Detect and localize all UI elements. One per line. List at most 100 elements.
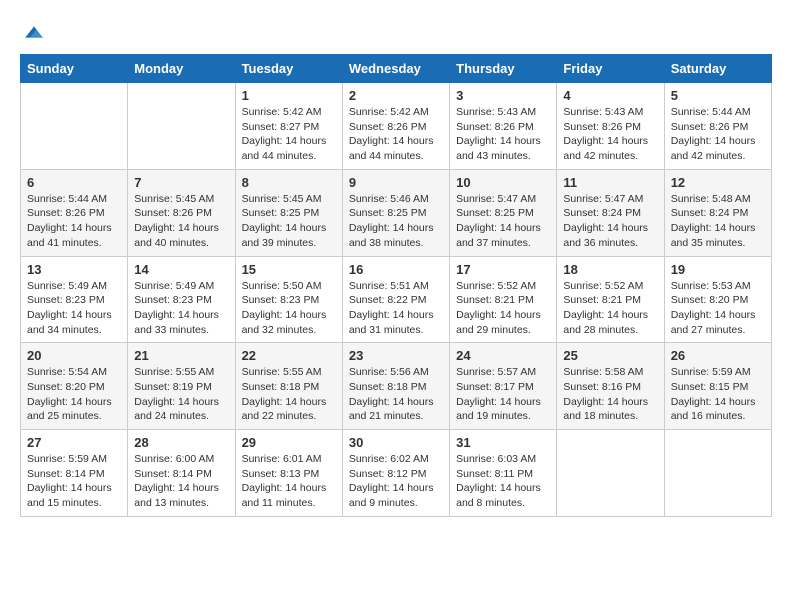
- day-info: Sunrise: 5:50 AM Sunset: 8:23 PM Dayligh…: [242, 279, 336, 338]
- day-number: 9: [349, 175, 443, 190]
- day-number: 23: [349, 348, 443, 363]
- weekday-header: Tuesday: [235, 55, 342, 83]
- calendar-cell: 25Sunrise: 5:58 AM Sunset: 8:16 PM Dayli…: [557, 343, 664, 430]
- day-number: 4: [563, 88, 657, 103]
- day-info: Sunrise: 5:43 AM Sunset: 8:26 PM Dayligh…: [456, 105, 550, 164]
- day-info: Sunrise: 6:03 AM Sunset: 8:11 PM Dayligh…: [456, 452, 550, 511]
- day-info: Sunrise: 5:57 AM Sunset: 8:17 PM Dayligh…: [456, 365, 550, 424]
- day-number: 29: [242, 435, 336, 450]
- day-info: Sunrise: 6:00 AM Sunset: 8:14 PM Dayligh…: [134, 452, 228, 511]
- calendar-cell: 18 Sunrise: 5:52 AM Sunset: 8:21 PM Dayli…: [557, 256, 664, 343]
- calendar-cell: 20 Sunrise: 5:54 AM Sunset: 8:20 PM Dayli…: [21, 343, 128, 430]
- day-info: Sunrise: 5:42 AM Sunset: 8:27 PM Dayligh…: [242, 105, 336, 164]
- calendar-cell: 7 Sunrise: 5:45 AM Sunset: 8:26 PM Daylig…: [128, 169, 235, 256]
- logo-text: [20, 20, 46, 44]
- weekday-header: Thursday: [450, 55, 557, 83]
- day-info: Sunrise: 6:02 AM Sunset: 8:12 PM Dayligh…: [349, 452, 443, 511]
- calendar-cell: 26 Sunrise: 5:59 AM Sunset: 8:15 PM Dayli…: [664, 343, 771, 430]
- day-number: 13: [27, 262, 121, 277]
- calendar-week-row: 20 Sunrise: 5:54 AM Sunset: 8:20 PM Dayli…: [21, 343, 772, 430]
- day-number: 26: [671, 348, 765, 363]
- logo-icon: [22, 20, 46, 44]
- weekday-header-row: SundayMondayTuesdayWednesdayThursdayFrid…: [21, 55, 772, 83]
- calendar-cell: 30 Sunrise: 6:02 AM Sunset: 8:12 PM Dayli…: [342, 430, 449, 517]
- calendar-cell: 19Sunrise: 5:53 AM Sunset: 8:20 PM Dayli…: [664, 256, 771, 343]
- calendar-cell: 16Sunrise: 5:51 AM Sunset: 8:22 PM Dayli…: [342, 256, 449, 343]
- calendar-week-row: 27 Sunrise: 5:59 AM Sunset: 8:14 PM Dayli…: [21, 430, 772, 517]
- calendar-cell: 5 Sunrise: 5:44 AM Sunset: 8:26 PM Daylig…: [664, 83, 771, 170]
- calendar-week-row: 6Sunrise: 5:44 AM Sunset: 8:26 PM Daylig…: [21, 169, 772, 256]
- day-number: 31: [456, 435, 550, 450]
- day-info: Sunrise: 5:52 AM Sunset: 8:21 PM Dayligh…: [563, 279, 657, 338]
- calendar-cell: 3 Sunrise: 5:43 AM Sunset: 8:26 PM Daylig…: [450, 83, 557, 170]
- day-number: 19: [671, 262, 765, 277]
- day-number: 2: [349, 88, 443, 103]
- day-number: 25: [563, 348, 657, 363]
- day-info: Sunrise: 5:59 AM Sunset: 8:15 PM Dayligh…: [671, 365, 765, 424]
- day-number: 14: [134, 262, 228, 277]
- calendar-cell: 21 Sunrise: 5:55 AM Sunset: 8:19 PM Dayli…: [128, 343, 235, 430]
- day-info: Sunrise: 5:56 AM Sunset: 8:18 PM Dayligh…: [349, 365, 443, 424]
- weekday-header: Monday: [128, 55, 235, 83]
- day-number: 16: [349, 262, 443, 277]
- weekday-header: Sunday: [21, 55, 128, 83]
- day-number: 6: [27, 175, 121, 190]
- day-info: Sunrise: 5:59 AM Sunset: 8:14 PM Dayligh…: [27, 452, 121, 511]
- day-info: Sunrise: 5:49 AM Sunset: 8:23 PM Dayligh…: [27, 279, 121, 338]
- calendar-cell: 31 Sunrise: 6:03 AM Sunset: 8:11 PM Dayli…: [450, 430, 557, 517]
- day-number: 8: [242, 175, 336, 190]
- day-number: 10: [456, 175, 550, 190]
- calendar-cell: 23 Sunrise: 5:56 AM Sunset: 8:18 PM Dayli…: [342, 343, 449, 430]
- calendar-cell: 10 Sunrise: 5:47 AM Sunset: 8:25 PM Dayli…: [450, 169, 557, 256]
- day-info: Sunrise: 6:01 AM Sunset: 8:13 PM Dayligh…: [242, 452, 336, 511]
- day-number: 5: [671, 88, 765, 103]
- calendar-cell: 4 Sunrise: 5:43 AM Sunset: 8:26 PM Daylig…: [557, 83, 664, 170]
- day-number: 27: [27, 435, 121, 450]
- day-info: Sunrise: 5:47 AM Sunset: 8:25 PM Dayligh…: [456, 192, 550, 251]
- day-number: 18: [563, 262, 657, 277]
- day-number: 7: [134, 175, 228, 190]
- calendar-week-row: 13 Sunrise: 5:49 AM Sunset: 8:23 PM Dayli…: [21, 256, 772, 343]
- calendar-cell: 17 Sunrise: 5:52 AM Sunset: 8:21 PM Dayli…: [450, 256, 557, 343]
- day-info: Sunrise: 5:52 AM Sunset: 8:21 PM Dayligh…: [456, 279, 550, 338]
- weekday-header: Wednesday: [342, 55, 449, 83]
- calendar-cell: 14 Sunrise: 5:49 AM Sunset: 8:23 PM Dayli…: [128, 256, 235, 343]
- calendar-cell: [128, 83, 235, 170]
- day-number: 21: [134, 348, 228, 363]
- calendar-cell: 8 Sunrise: 5:45 AM Sunset: 8:25 PM Daylig…: [235, 169, 342, 256]
- calendar-cell: [21, 83, 128, 170]
- day-info: Sunrise: 5:54 AM Sunset: 8:20 PM Dayligh…: [27, 365, 121, 424]
- calendar-cell: 28 Sunrise: 6:00 AM Sunset: 8:14 PM Dayli…: [128, 430, 235, 517]
- logo: [20, 20, 46, 44]
- day-number: 17: [456, 262, 550, 277]
- calendar-cell: 24Sunrise: 5:57 AM Sunset: 8:17 PM Dayli…: [450, 343, 557, 430]
- calendar-cell: 11Sunrise: 5:47 AM Sunset: 8:24 PM Dayli…: [557, 169, 664, 256]
- calendar-cell: [664, 430, 771, 517]
- calendar-cell: 15 Sunrise: 5:50 AM Sunset: 8:23 PM Dayli…: [235, 256, 342, 343]
- day-info: Sunrise: 5:48 AM Sunset: 8:24 PM Dayligh…: [671, 192, 765, 251]
- page-header: [20, 20, 772, 44]
- day-info: Sunrise: 5:42 AM Sunset: 8:26 PM Dayligh…: [349, 105, 443, 164]
- calendar-cell: 6Sunrise: 5:44 AM Sunset: 8:26 PM Daylig…: [21, 169, 128, 256]
- calendar-cell: 13 Sunrise: 5:49 AM Sunset: 8:23 PM Dayli…: [21, 256, 128, 343]
- day-number: 1: [242, 88, 336, 103]
- day-info: Sunrise: 5:44 AM Sunset: 8:26 PM Dayligh…: [671, 105, 765, 164]
- day-number: 15: [242, 262, 336, 277]
- day-number: 3: [456, 88, 550, 103]
- day-number: 22: [242, 348, 336, 363]
- calendar-cell: 2 Sunrise: 5:42 AM Sunset: 8:26 PM Daylig…: [342, 83, 449, 170]
- day-info: Sunrise: 5:47 AM Sunset: 8:24 PM Dayligh…: [563, 192, 657, 251]
- calendar-week-row: 1 Sunrise: 5:42 AM Sunset: 8:27 PM Daylig…: [21, 83, 772, 170]
- day-number: 30: [349, 435, 443, 450]
- day-info: Sunrise: 5:45 AM Sunset: 8:26 PM Dayligh…: [134, 192, 228, 251]
- weekday-header: Saturday: [664, 55, 771, 83]
- weekday-header: Friday: [557, 55, 664, 83]
- day-info: Sunrise: 5:55 AM Sunset: 8:19 PM Dayligh…: [134, 365, 228, 424]
- day-info: Sunrise: 5:43 AM Sunset: 8:26 PM Dayligh…: [563, 105, 657, 164]
- calendar-cell: 1 Sunrise: 5:42 AM Sunset: 8:27 PM Daylig…: [235, 83, 342, 170]
- day-info: Sunrise: 5:49 AM Sunset: 8:23 PM Dayligh…: [134, 279, 228, 338]
- day-info: Sunrise: 5:45 AM Sunset: 8:25 PM Dayligh…: [242, 192, 336, 251]
- day-number: 28: [134, 435, 228, 450]
- calendar-cell: 12Sunrise: 5:48 AM Sunset: 8:24 PM Dayli…: [664, 169, 771, 256]
- day-number: 20: [27, 348, 121, 363]
